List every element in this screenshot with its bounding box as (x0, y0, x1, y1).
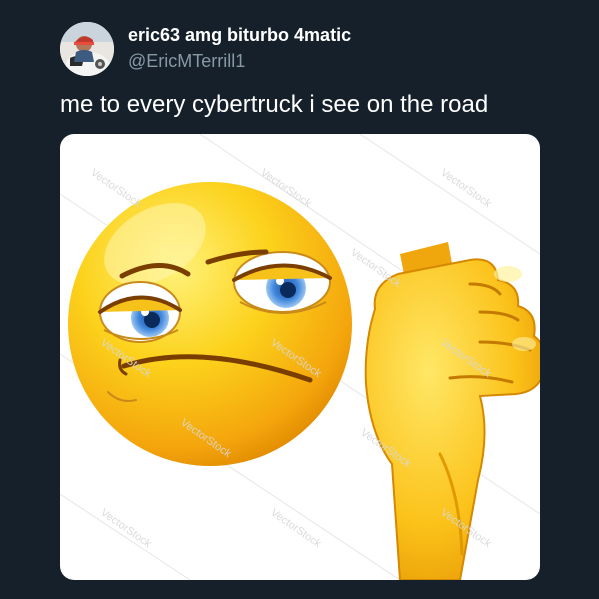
avatar[interactable] (60, 22, 114, 76)
svg-text:VectorStock: VectorStock (88, 167, 143, 211)
tweet: eric63 amg biturbo 4matic @EricMTerrill1… (0, 0, 599, 599)
profile-photo-icon (60, 22, 114, 76)
left-eye (98, 281, 182, 343)
svg-text:VectorStock: VectorStock (438, 167, 493, 211)
svg-text:VectorStock: VectorStock (268, 507, 323, 551)
user-handle[interactable]: @EricMTerrill1 (128, 50, 245, 72)
right-eye (232, 251, 332, 314)
tweet-text: me to every cybertruck i see on the road (60, 91, 489, 118)
thumbs-down-emoji-icon: VectorStock VectorStock VectorStock Vect… (60, 134, 540, 580)
display-name[interactable]: eric63 amg biturbo 4matic (128, 24, 351, 46)
tweet-media-image[interactable]: VectorStock VectorStock VectorStock Vect… (60, 134, 540, 580)
thumbs-down-hand (364, 242, 540, 580)
svg-text:VectorStock: VectorStock (98, 507, 153, 551)
